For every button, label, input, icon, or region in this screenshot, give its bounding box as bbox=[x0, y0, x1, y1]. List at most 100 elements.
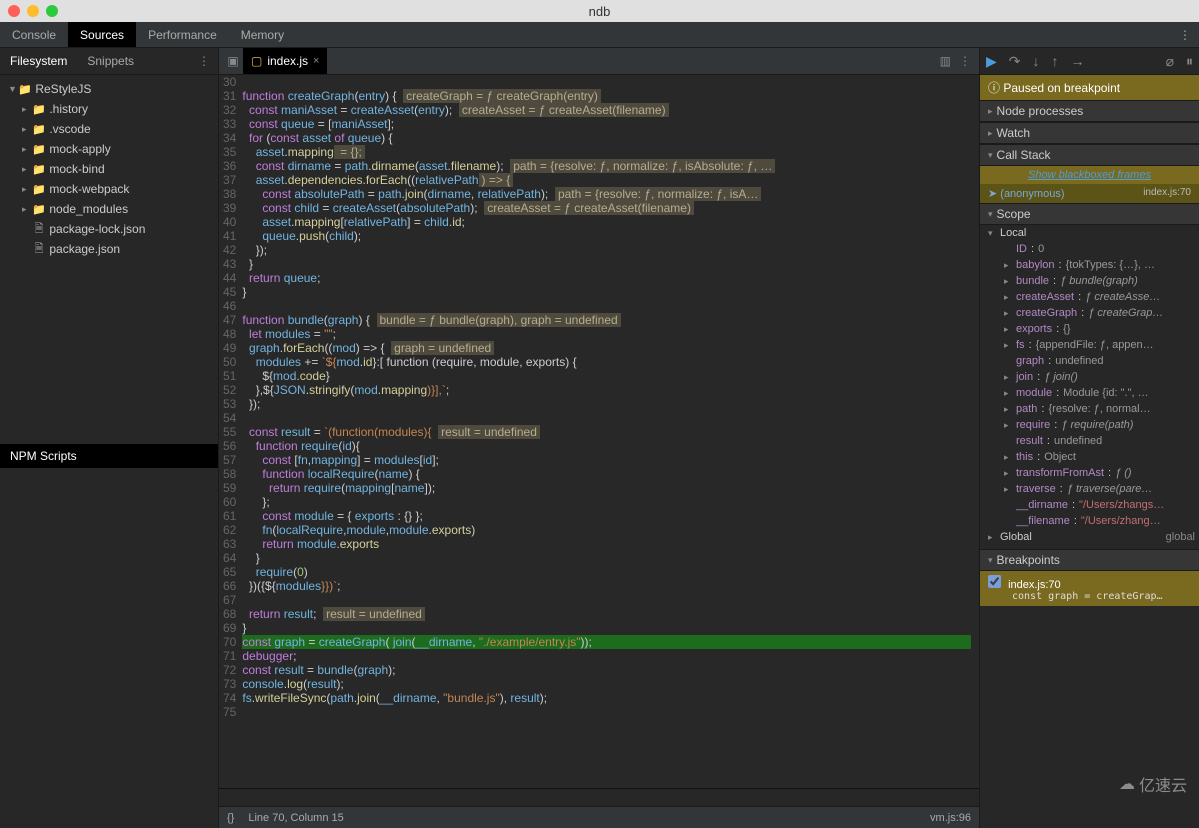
folder-icon: 📁 bbox=[32, 203, 46, 216]
tree-label: ReStyleJS bbox=[35, 82, 91, 96]
debugger-sidebar: ▶ ↷ ↓ ↑ → ⌀ ⏸ ⓘ Paused on breakpoint ▸No… bbox=[979, 48, 1199, 828]
step-button[interactable]: → bbox=[1071, 53, 1085, 69]
resume-button[interactable]: ▶ bbox=[986, 53, 997, 70]
watermark: ☁亿速云 bbox=[1119, 772, 1187, 796]
tree-item[interactable]: ▸📁 mock-webpack bbox=[0, 179, 218, 199]
tree-item[interactable]: ▸📁 mock-apply bbox=[0, 139, 218, 159]
scope-variable[interactable]: ▸module: Module {id: ".", … bbox=[988, 387, 1195, 403]
scope-local-header[interactable]: ▾Local bbox=[988, 227, 1195, 243]
section-scope[interactable]: ▾Scope bbox=[980, 203, 1199, 225]
tree-label: mock-webpack bbox=[49, 182, 129, 196]
tree-item[interactable]: 🗎 package-lock.json bbox=[0, 219, 218, 239]
cursor-position: Line 70, Column 15 bbox=[248, 812, 343, 824]
toggle-icon[interactable]: ▥ bbox=[940, 54, 951, 68]
scope-variable[interactable]: ▸bundle: ƒ bundle(graph) bbox=[988, 275, 1195, 291]
close-tab-icon[interactable]: × bbox=[313, 55, 319, 67]
step-out-button[interactable]: ↑ bbox=[1052, 53, 1059, 69]
scope-variable[interactable]: ▸createGraph: ƒ createGrap… bbox=[988, 307, 1195, 323]
editor-tab-bar: ▣ ▢ index.js × ▥ ⋮ bbox=[219, 48, 979, 75]
tab-memory[interactable]: Memory bbox=[229, 22, 296, 47]
scope-variable[interactable]: graph: undefined bbox=[988, 355, 1195, 371]
braces-icon[interactable]: {} bbox=[227, 812, 234, 824]
sidebar-more-icon[interactable]: ⋮ bbox=[198, 54, 218, 68]
tab-sources[interactable]: Sources bbox=[68, 22, 136, 47]
more-tabs-icon[interactable]: ⋮ bbox=[1171, 22, 1199, 47]
code-lines[interactable]: function createGraph(entry) { createGrap… bbox=[242, 75, 979, 788]
scope-variable[interactable]: ▸exports: {} bbox=[988, 323, 1195, 339]
stack-frame-location: index.js:70 bbox=[1143, 187, 1191, 200]
tree-item[interactable]: ▸📁 .history bbox=[0, 99, 218, 119]
scope-variable[interactable]: ▸babylon: {tokTypes: {…}, … bbox=[988, 259, 1195, 275]
deactivate-breakpoints-button[interactable]: ⌀ bbox=[1166, 53, 1174, 70]
editor-scrollbar-track[interactable] bbox=[219, 788, 979, 806]
editor-tab-label: index.js bbox=[267, 54, 308, 68]
tree-label: package.json bbox=[49, 242, 120, 256]
more-icon[interactable]: ⋮ bbox=[959, 54, 971, 68]
main-tab-bar: Console Sources Performance Memory ⋮ bbox=[0, 22, 1199, 48]
folder-icon: 📁 bbox=[32, 103, 46, 116]
editor-tab[interactable]: ▢ index.js × bbox=[243, 48, 327, 74]
breakpoint-code: const graph = createGrap… bbox=[988, 591, 1191, 602]
tree-item[interactable]: ▸📁 .vscode bbox=[0, 119, 218, 139]
scope-variable[interactable]: ▸createAsset: ƒ createAsse… bbox=[988, 291, 1195, 307]
tree-root[interactable]: ▼📁 ReStyleJS bbox=[0, 79, 218, 99]
scope-variable[interactable]: ▸require: ƒ require(path) bbox=[988, 419, 1195, 435]
scope-variable[interactable]: ▸this: Object bbox=[988, 451, 1195, 467]
maximize-window-button[interactable] bbox=[46, 5, 58, 17]
scope-variable[interactable]: ▸path: {resolve: ƒ, normal… bbox=[988, 403, 1195, 419]
tree-item[interactable]: ▸📁 node_modules bbox=[0, 199, 218, 219]
scope-variable[interactable]: ▸join: ƒ join() bbox=[988, 371, 1195, 387]
scope-variable[interactable]: ▸transformFromAst: ƒ () bbox=[988, 467, 1195, 483]
tree-item[interactable]: ▸📁 mock-bind bbox=[0, 159, 218, 179]
window-title: ndb bbox=[589, 4, 611, 19]
step-into-button[interactable]: ↓ bbox=[1033, 53, 1040, 69]
tab-performance[interactable]: Performance bbox=[136, 22, 229, 47]
scope-variable[interactable]: __dirname: "/Users/zhangs… bbox=[988, 499, 1195, 515]
tab-console[interactable]: Console bbox=[0, 22, 68, 47]
vm-info[interactable]: vm.js:96 bbox=[930, 812, 971, 824]
cloud-icon: ☁ bbox=[1119, 774, 1135, 794]
close-window-button[interactable] bbox=[8, 5, 20, 17]
tree-label: node_modules bbox=[49, 202, 128, 216]
tree-label: .vscode bbox=[49, 122, 90, 136]
scope-global-header[interactable]: ▸Globalglobal bbox=[988, 531, 1195, 547]
file-icon: 🗎 bbox=[32, 240, 46, 259]
npm-scripts-header[interactable]: NPM Scripts bbox=[0, 444, 218, 468]
scope-body: ▾Local ID: 0▸babylon: {tokTypes: {…}, …▸… bbox=[980, 225, 1199, 549]
breakpoint-label: index.js:70 bbox=[1008, 579, 1061, 591]
tree-item[interactable]: 🗎 package.json bbox=[0, 239, 218, 259]
step-over-button[interactable]: ↷ bbox=[1009, 53, 1021, 70]
section-call-stack[interactable]: ▾Call Stack bbox=[980, 144, 1199, 166]
section-breakpoints[interactable]: ▾Breakpoints bbox=[980, 549, 1199, 571]
nav-toggle-icon[interactable]: ▣ bbox=[223, 54, 243, 68]
file-icon: 🗎 bbox=[32, 220, 46, 239]
tree-label: mock-apply bbox=[49, 142, 110, 156]
status-bar: {} Line 70, Column 15 vm.js:96 bbox=[219, 806, 979, 828]
left-sidebar: Filesystem Snippets ⋮ ▼📁 ReStyleJS ▸📁 .h… bbox=[0, 48, 219, 828]
sidebar-tab-snippets[interactable]: Snippets bbox=[77, 48, 144, 74]
section-watch[interactable]: ▸Watch bbox=[980, 122, 1199, 144]
file-tree: ▼📁 ReStyleJS ▸📁 .history ▸📁 .vscode ▸📁 m… bbox=[0, 75, 218, 444]
scope-variable[interactable]: ID: 0 bbox=[988, 243, 1195, 259]
stack-frame[interactable]: ➤ (anonymous) index.js:70 bbox=[980, 184, 1199, 203]
scope-variable[interactable]: result: undefined bbox=[988, 435, 1195, 451]
editor-pane: ▣ ▢ index.js × ▥ ⋮ 303132333435363738394… bbox=[219, 48, 979, 828]
minimize-window-button[interactable] bbox=[27, 5, 39, 17]
scope-variable[interactable]: __filename: "/Users/zhang… bbox=[988, 515, 1195, 531]
show-blackboxed-link[interactable]: Show blackboxed frames bbox=[980, 166, 1199, 184]
sidebar-tab-bar: Filesystem Snippets ⋮ bbox=[0, 48, 218, 75]
pause-message: ⓘ Paused on breakpoint bbox=[980, 75, 1199, 100]
section-node-processes[interactable]: ▸Node processes bbox=[980, 100, 1199, 122]
scope-variable[interactable]: ▸fs: {appendFile: ƒ, appen… bbox=[988, 339, 1195, 355]
folder-icon: 📁 bbox=[32, 183, 46, 196]
stack-frame-name: (anonymous) bbox=[1000, 188, 1064, 200]
sidebar-tab-filesystem[interactable]: Filesystem bbox=[0, 48, 77, 74]
scope-variable[interactable]: ▸traverse: ƒ traverse(pare… bbox=[988, 483, 1195, 499]
breakpoint-checkbox[interactable] bbox=[988, 575, 1001, 588]
pause-exceptions-button[interactable]: ⏸ bbox=[1186, 53, 1193, 70]
code-editor[interactable]: 3031323334353637383940414243444546474849… bbox=[219, 75, 979, 788]
breakpoint-item[interactable]: index.js:70 const graph = createGrap… bbox=[980, 571, 1199, 606]
folder-icon: 📁 bbox=[32, 123, 46, 136]
tree-label: mock-bind bbox=[49, 162, 104, 176]
line-gutter: 3031323334353637383940414243444546474849… bbox=[219, 75, 242, 788]
